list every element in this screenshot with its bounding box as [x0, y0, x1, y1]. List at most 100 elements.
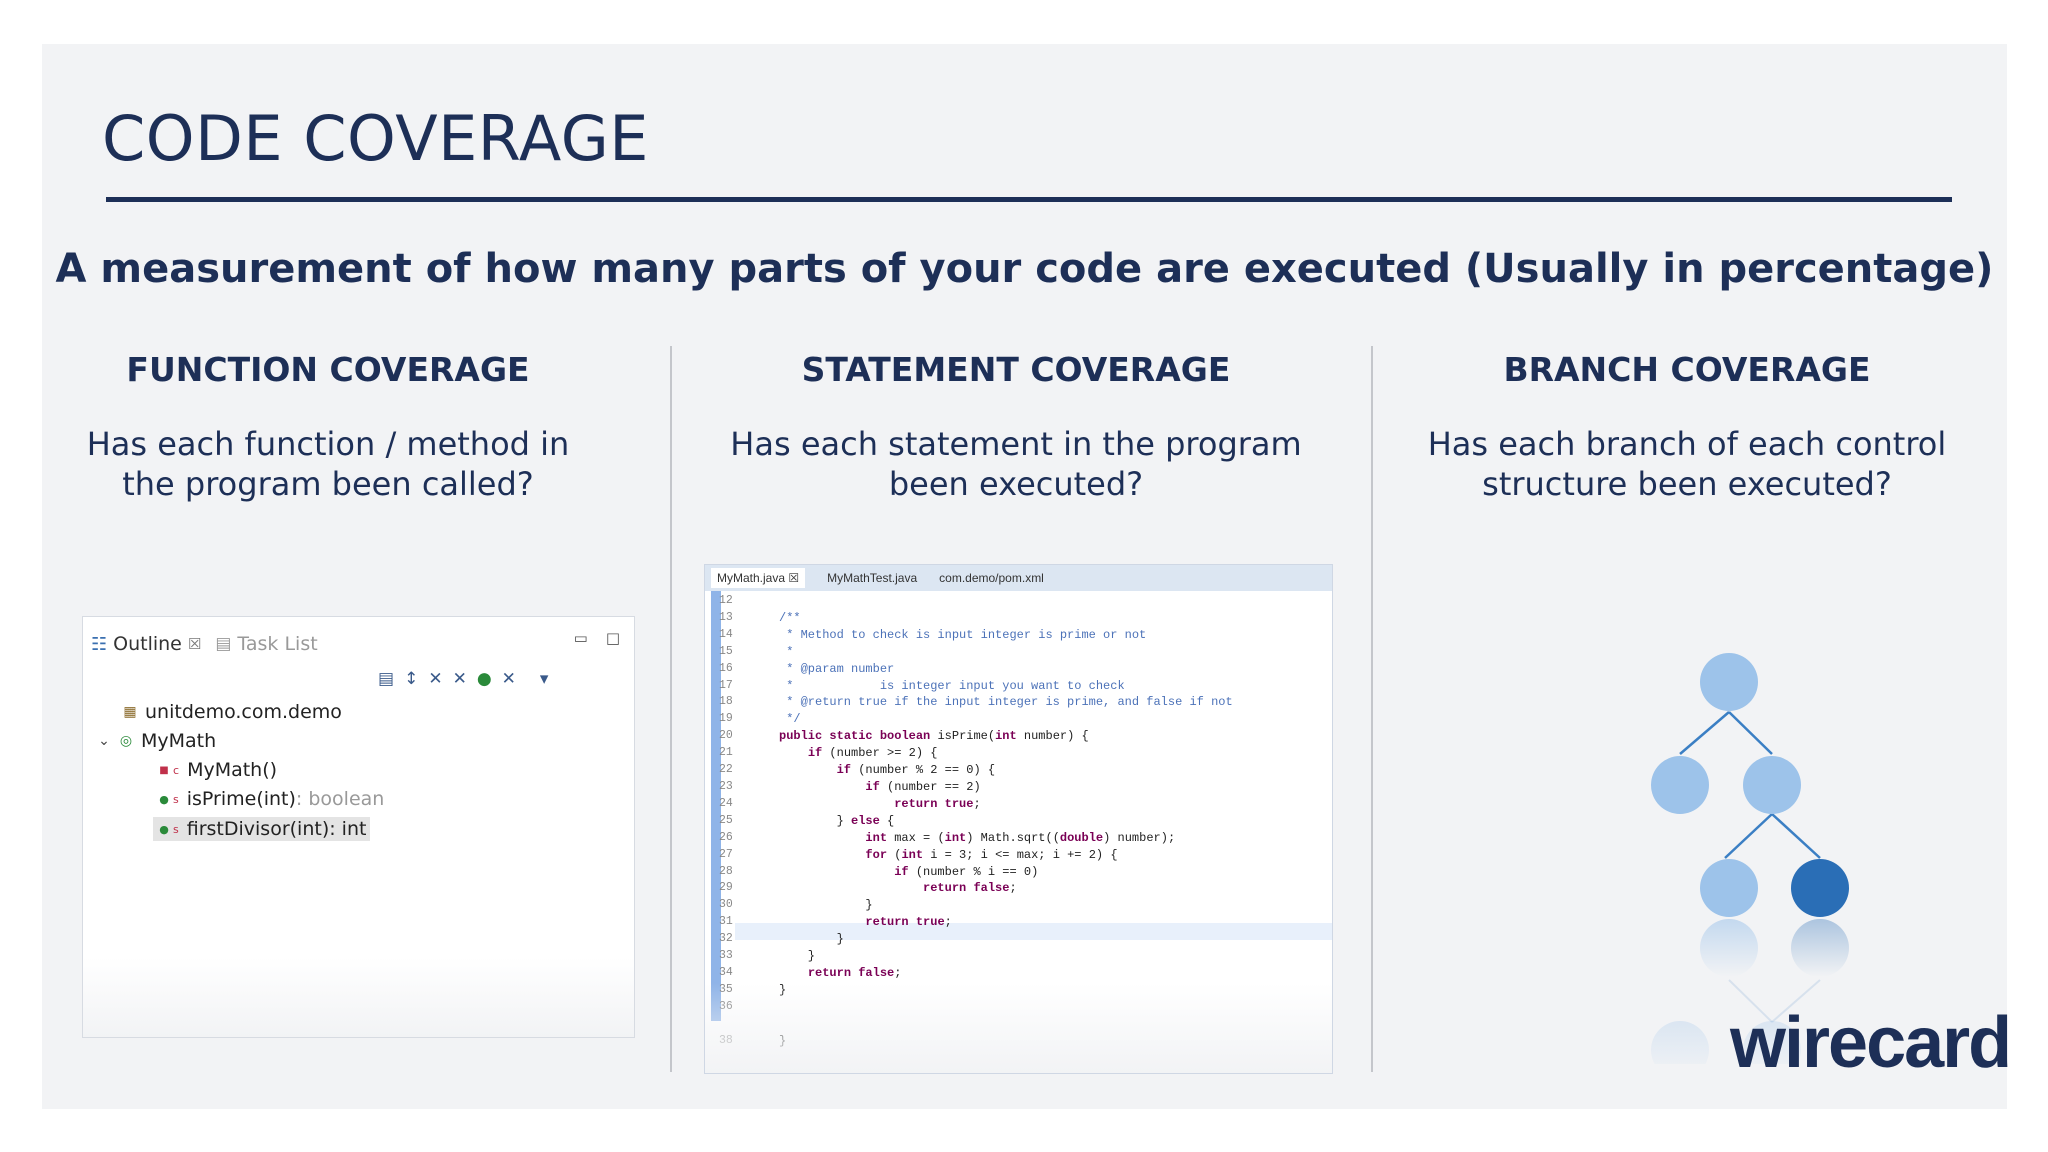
class-icon: ◎: [119, 733, 133, 749]
tab-mymathtest-java[interactable]: MyMathTest.java: [827, 571, 917, 585]
hide-static-icon[interactable]: ✕: [453, 669, 467, 689]
code-line: if (number >= 2) {: [807, 746, 938, 761]
hide-local-types-icon[interactable]: ✕: [502, 669, 516, 689]
code-line: * Method to check is input integer is pr…: [779, 627, 1147, 642]
sort-icon[interactable]: ↕: [404, 669, 418, 689]
package-icon: ▦: [123, 704, 137, 720]
hide-non-public-icon[interactable]: ●: [477, 669, 492, 689]
tree-reflection: [1700, 919, 1758, 977]
branch-tree-diagram: [1651, 653, 1849, 1064]
panel-fade: [83, 957, 634, 1037]
outline-row-label: MyMath(): [187, 759, 278, 781]
line-number: 27: [719, 847, 733, 861]
code-line: return false;: [807, 965, 902, 980]
outline-row-label: MyMath: [141, 730, 217, 752]
tab-mymath-java[interactable]: MyMath.java ☒: [711, 568, 806, 588]
outline-row-class[interactable]: ⌄ ◎ MyMath: [97, 730, 216, 752]
code-line: * @return true if the input integer is p…: [779, 695, 1233, 710]
line-number: 28: [719, 864, 733, 878]
static-mark: s: [173, 792, 179, 806]
outline-row-label: unitdemo.com.demo: [145, 701, 342, 723]
line-number: 34: [719, 965, 733, 979]
desc-line: structure been executed?: [1482, 465, 1892, 503]
outline-row-constructor[interactable]: ■ c MyMath(): [157, 759, 277, 781]
code-line: if (number % i == 0): [894, 864, 1039, 879]
tree-reflection: [1651, 1021, 1709, 1064]
code-line: if (number == 2): [865, 779, 981, 794]
tab-pom-xml[interactable]: com.demo/pom.xml: [939, 571, 1044, 585]
static-mark: s: [173, 822, 179, 836]
tree-node-left: [1651, 756, 1709, 814]
line-number: 13: [719, 610, 733, 624]
edge: [1724, 813, 1773, 859]
tab-task-list-label: Task List: [237, 633, 318, 655]
line-number: 24: [719, 796, 733, 810]
chevron-down-icon[interactable]: ⌄: [97, 733, 111, 749]
return-type: : boolean: [295, 788, 385, 810]
code-line: for (int i = 3; i <= max; i += 2) {: [865, 847, 1118, 862]
statement-coverage-description: Has each statement in the program been e…: [696, 424, 1336, 504]
tab-task-list[interactable]: ▤ Task List: [215, 633, 317, 655]
code-line: return true;: [894, 796, 981, 811]
tree-node-leaf: [1700, 859, 1758, 917]
outline-tabs: ☷ Outline ☒ ▤ Task List: [91, 629, 318, 659]
line-number: 20: [719, 729, 733, 743]
code-text[interactable]: /** * Method to check is input integer i…: [779, 593, 1233, 1049]
outline-row-package[interactable]: ▦ unitdemo.com.demo: [123, 701, 342, 723]
desc-line: Has each branch of each control: [1427, 425, 1947, 463]
tree-node-root: [1700, 653, 1758, 711]
line-number: 22: [719, 763, 733, 777]
outline-panel: ☷ Outline ☒ ▤ Task List ▭ □ ▤ ↕ ✕ ✕ ● ✕ …: [82, 616, 635, 1038]
edge: [1771, 813, 1821, 859]
outline-row-label: firstDivisor(int): [186, 818, 330, 840]
line-number: 29: [719, 881, 733, 895]
method-icon: ●: [159, 822, 169, 836]
desc-line: been executed?: [888, 465, 1144, 503]
outline-row-method-selected[interactable]: ● s firstDivisor(int) : int: [153, 817, 371, 841]
hide-fields-icon[interactable]: ✕: [428, 669, 442, 689]
desc-line: Has each statement in the program: [730, 425, 1302, 463]
collapse-all-icon[interactable]: ▤: [378, 669, 394, 689]
outline-icon: ☷: [91, 633, 108, 655]
slide: CODE COVERAGE A measurement of how many …: [42, 44, 2012, 1109]
outline-row-method[interactable]: ● s isPrime(int) : boolean: [157, 788, 384, 810]
desc-line: the program been called?: [122, 465, 534, 503]
line-number: 26: [719, 830, 733, 844]
code-line: } else {: [779, 813, 895, 828]
minimize-icon[interactable]: ▭: [574, 629, 588, 647]
branch-coverage-heading: BRANCH COVERAGE: [1503, 350, 1871, 389]
editor-fade: [705, 983, 1332, 1073]
code-line: */: [779, 712, 801, 727]
editor-tabs: MyMath.java ☒ MyMathTest.java com.demo/p…: [705, 565, 1332, 591]
view-menu-icon[interactable]: ▾: [540, 669, 549, 689]
tree-reflection: [1791, 919, 1849, 977]
code-line: *: [779, 644, 794, 659]
line-number: 25: [719, 813, 733, 827]
tree-node-right: [1743, 756, 1801, 814]
function-coverage-heading: FUNCTION COVERAGE: [126, 350, 530, 389]
line-number: 16: [719, 661, 733, 675]
constructor-icon: ■: [159, 764, 169, 776]
line-number: 18: [719, 695, 733, 709]
line-number: 21: [719, 746, 733, 760]
title-divider: [106, 197, 1952, 202]
method-icon: ●: [159, 792, 169, 806]
outline-toolbar: ▤ ↕ ✕ ✕ ● ✕ ▾: [378, 669, 548, 689]
code-line: }: [779, 898, 873, 913]
constructor-mark: c: [173, 763, 180, 777]
edge: [1728, 711, 1773, 755]
desc-line: Has each function / method in: [86, 425, 570, 463]
tab-outline[interactable]: ☷ Outline ☒: [91, 633, 201, 655]
line-number: 12: [719, 594, 733, 607]
code-line: /**: [779, 610, 801, 625]
statement-coverage-heading: STATEMENT COVERAGE: [801, 350, 1231, 389]
window-controls: ▭ □: [574, 629, 620, 647]
line-number: 33: [719, 949, 733, 963]
line-number: 15: [719, 644, 733, 658]
code-line: if (number % 2 == 0) {: [836, 763, 996, 778]
page-title: CODE COVERAGE: [102, 102, 649, 175]
line-number: 14: [719, 627, 733, 641]
maximize-icon[interactable]: □: [606, 629, 620, 647]
close-icon[interactable]: ☒: [188, 635, 201, 653]
code-line: int max = (int) Math.sqrt((double) numbe…: [865, 830, 1176, 845]
